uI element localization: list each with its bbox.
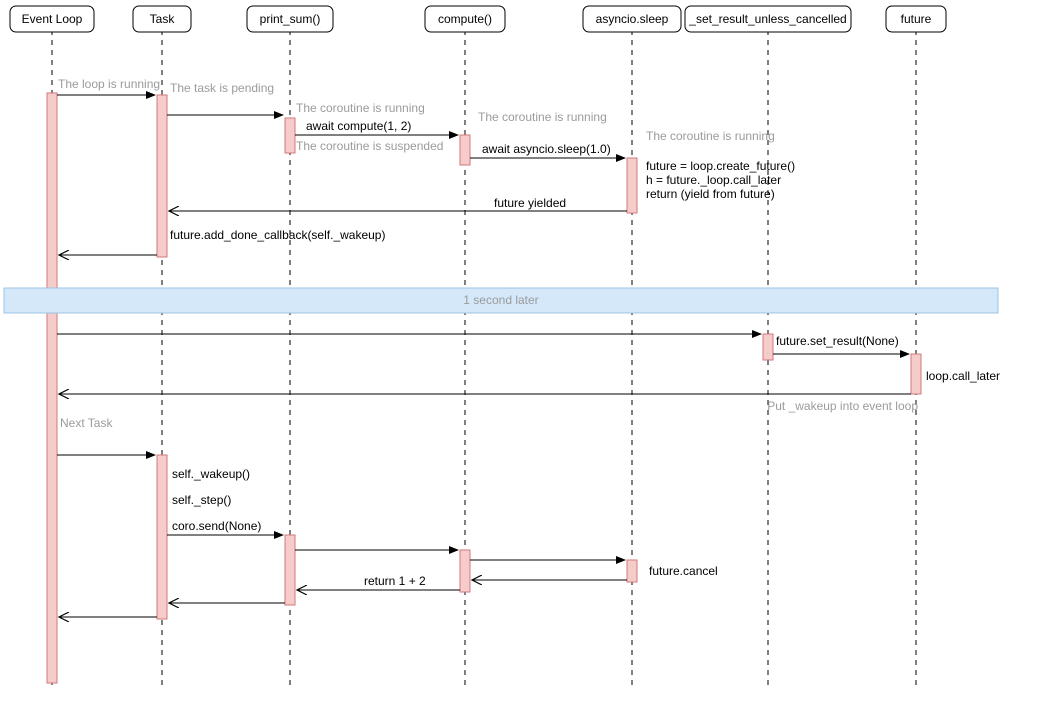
svg-text:Task: Task <box>150 12 176 26</box>
svg-text:future: future <box>901 12 932 26</box>
participant-future: future <box>886 6 946 32</box>
activation-print-sum-2 <box>285 535 295 605</box>
svg-text:_set_result_unless_cancelled: _set_result_unless_cancelled <box>688 12 846 26</box>
activation-compute-2 <box>460 550 470 592</box>
activation-print-sum-1 <box>285 118 295 153</box>
msg-text-future-yielded: future yielded <box>494 196 566 210</box>
participant-compute: compute() <box>425 6 505 32</box>
msg-text-self-wakeup: self._wakeup() <box>172 467 250 481</box>
participant-asyncio-sleep: asyncio.sleep <box>583 6 681 32</box>
msg-text-await-compute: await compute(1, 2) <box>306 119 411 133</box>
sequence-diagram: 1 second later Event Loop Task print_sum… <box>0 0 1041 711</box>
participant-set-result: _set_result_unless_cancelled <box>685 6 851 32</box>
divider-label: 1 second later <box>463 293 538 307</box>
svg-text:asyncio.sleep: asyncio.sleep <box>596 12 669 26</box>
msg-text-return-1-2: return 1 + 2 <box>364 574 426 588</box>
msg-text-set-result: future.set_result(None) <box>776 334 899 348</box>
note-coro-running-1: The coroutine is running <box>296 101 425 115</box>
msg-text-future-cancel: future.cancel <box>649 564 718 578</box>
activation-asyncio-sleep-1 <box>627 158 637 213</box>
participant-task: Task <box>133 6 191 32</box>
note-loop-running: The loop is running <box>58 77 160 91</box>
note-task-pending: The task is pending <box>170 81 274 95</box>
msg-text-loop-call-later: loop.call_later <box>926 369 1000 383</box>
note-coro-suspended: The coroutine is suspended <box>296 139 443 153</box>
note-next-task: Next Task <box>60 416 113 430</box>
participant-print-sum: print_sum() <box>247 6 333 32</box>
note-coro-running-2: The coroutine is running <box>478 110 607 124</box>
msg-text-create-future: future = loop.create_future() <box>646 159 795 173</box>
note-coro-running-3: The coroutine is running <box>646 129 775 143</box>
msg-text-add-done-cb: future.add_done_callback(self._wakeup) <box>170 228 385 242</box>
participant-event-loop: Event Loop <box>10 6 94 32</box>
activation-task-2 <box>157 455 167 619</box>
svg-text:Event Loop: Event Loop <box>22 12 83 26</box>
svg-text:print_sum(): print_sum() <box>260 12 321 26</box>
svg-text:compute(): compute() <box>438 12 492 26</box>
note-put-wakeup: Put _wakeup into event loop <box>767 399 918 413</box>
activation-future <box>911 354 921 394</box>
msg-text-self-step: self._step() <box>172 493 231 507</box>
msg-text-call-later-h: h = future._loop.call_later <box>646 173 781 187</box>
msg-text-coro-send: coro.send(None) <box>172 519 261 533</box>
msg-text-await-sleep: await asyncio.sleep(1.0) <box>482 142 611 156</box>
msg-text-yield-from: return (yield from future) <box>646 187 775 201</box>
activation-asyncio-sleep-2 <box>627 560 637 582</box>
activation-task-1 <box>157 95 167 257</box>
activation-set-result <box>763 334 773 360</box>
activation-compute-1 <box>460 135 470 165</box>
activation-event-loop-1 <box>47 93 57 683</box>
